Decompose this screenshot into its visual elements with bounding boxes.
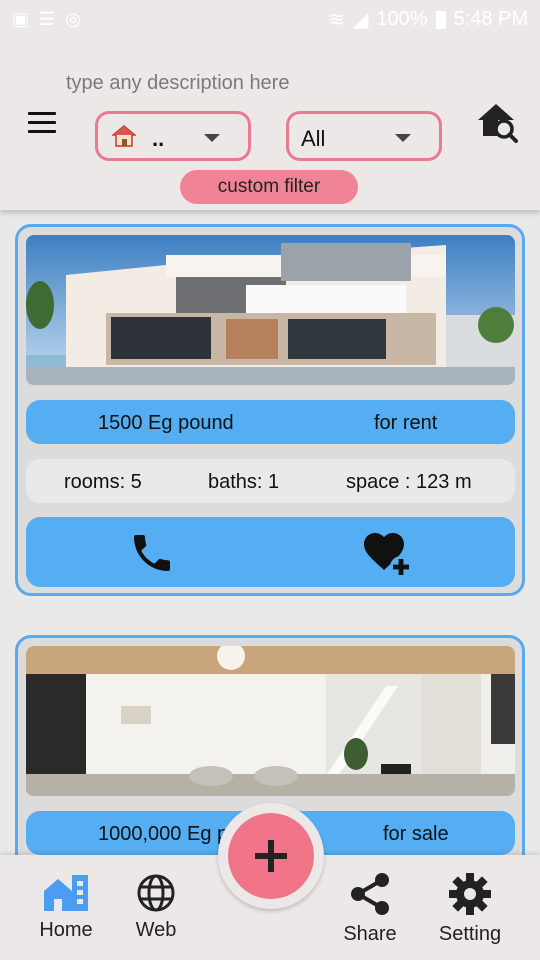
action-bar <box>26 517 515 587</box>
nav-web-label: Web <box>135 919 177 941</box>
baths-count: baths: 1 <box>208 471 280 493</box>
chevron-down-icon <box>204 134 220 142</box>
nav-share-label: Share <box>343 923 397 945</box>
notification-icons: ▣ ☰ ◎ <box>12 9 81 30</box>
price-bar: 1500 Eg pound for rent <box>26 400 515 444</box>
menu-icon[interactable] <box>28 112 56 134</box>
interior-living-room-photo <box>26 646 515 796</box>
property-type-value: .. <box>152 126 165 151</box>
wifi-icon: ≋ <box>328 9 345 31</box>
category-value: All <box>301 126 326 151</box>
image-notification-icon: ▣ <box>12 9 30 29</box>
listing-card[interactable]: 1500 Eg pound for rent rooms: 5 baths: 1… <box>15 224 525 596</box>
nav-share[interactable]: Share <box>334 871 406 946</box>
clock: 5:48 PM <box>453 8 528 30</box>
listing-price: 1000,000 Eg p <box>98 823 229 845</box>
chevron-down-icon <box>395 134 411 142</box>
add-favorite-icon[interactable] <box>362 529 414 577</box>
space-area: space : 123 m <box>346 471 472 493</box>
property-type-dropdown[interactable]: .. <box>95 111 251 161</box>
battery-icon <box>435 10 446 29</box>
nav-setting[interactable]: Setting <box>430 871 510 946</box>
nav-web[interactable]: Web <box>120 873 192 942</box>
listing-price: 1500 Eg pound <box>98 412 234 434</box>
rooms-count: rooms: 5 <box>64 471 142 493</box>
nav-home[interactable]: Home <box>30 873 102 942</box>
listing-deal-type: for sale <box>383 823 449 845</box>
listing-deal-type: for rent <box>374 412 438 434</box>
gear-icon <box>449 873 491 915</box>
description-search-input[interactable] <box>66 68 446 98</box>
globe-icon <box>137 874 175 912</box>
phone-icon[interactable] <box>128 529 176 577</box>
city-buildings-icon <box>44 875 88 911</box>
signal-icon: ◢ <box>352 9 369 31</box>
house-search-icon[interactable] <box>476 102 518 144</box>
specs-bar: rooms: 5 baths: 1 space : 123 m <box>26 459 515 503</box>
nav-setting-label: Setting <box>438 923 502 945</box>
villa-exterior-photo <box>26 235 515 385</box>
top-bar: .. All custom filter <box>0 38 540 210</box>
share-icon <box>351 873 389 915</box>
nav-home-label: Home <box>39 919 93 941</box>
house-icon <box>112 125 136 147</box>
battery-level: 100% <box>376 8 428 30</box>
status-right: ≋ ◢ 100% 5:48 PM <box>328 7 528 32</box>
add-listing-button[interactable] <box>228 813 314 899</box>
list-notification-icon: ☰ <box>39 9 56 29</box>
status-bar: ▣ ☰ ◎ ≋ ◢ 100% 5:48 PM <box>0 0 540 38</box>
category-dropdown[interactable]: All <box>286 111 442 161</box>
custom-filter-button[interactable]: custom filter <box>180 170 358 204</box>
sync-notification-icon: ◎ <box>65 9 81 29</box>
